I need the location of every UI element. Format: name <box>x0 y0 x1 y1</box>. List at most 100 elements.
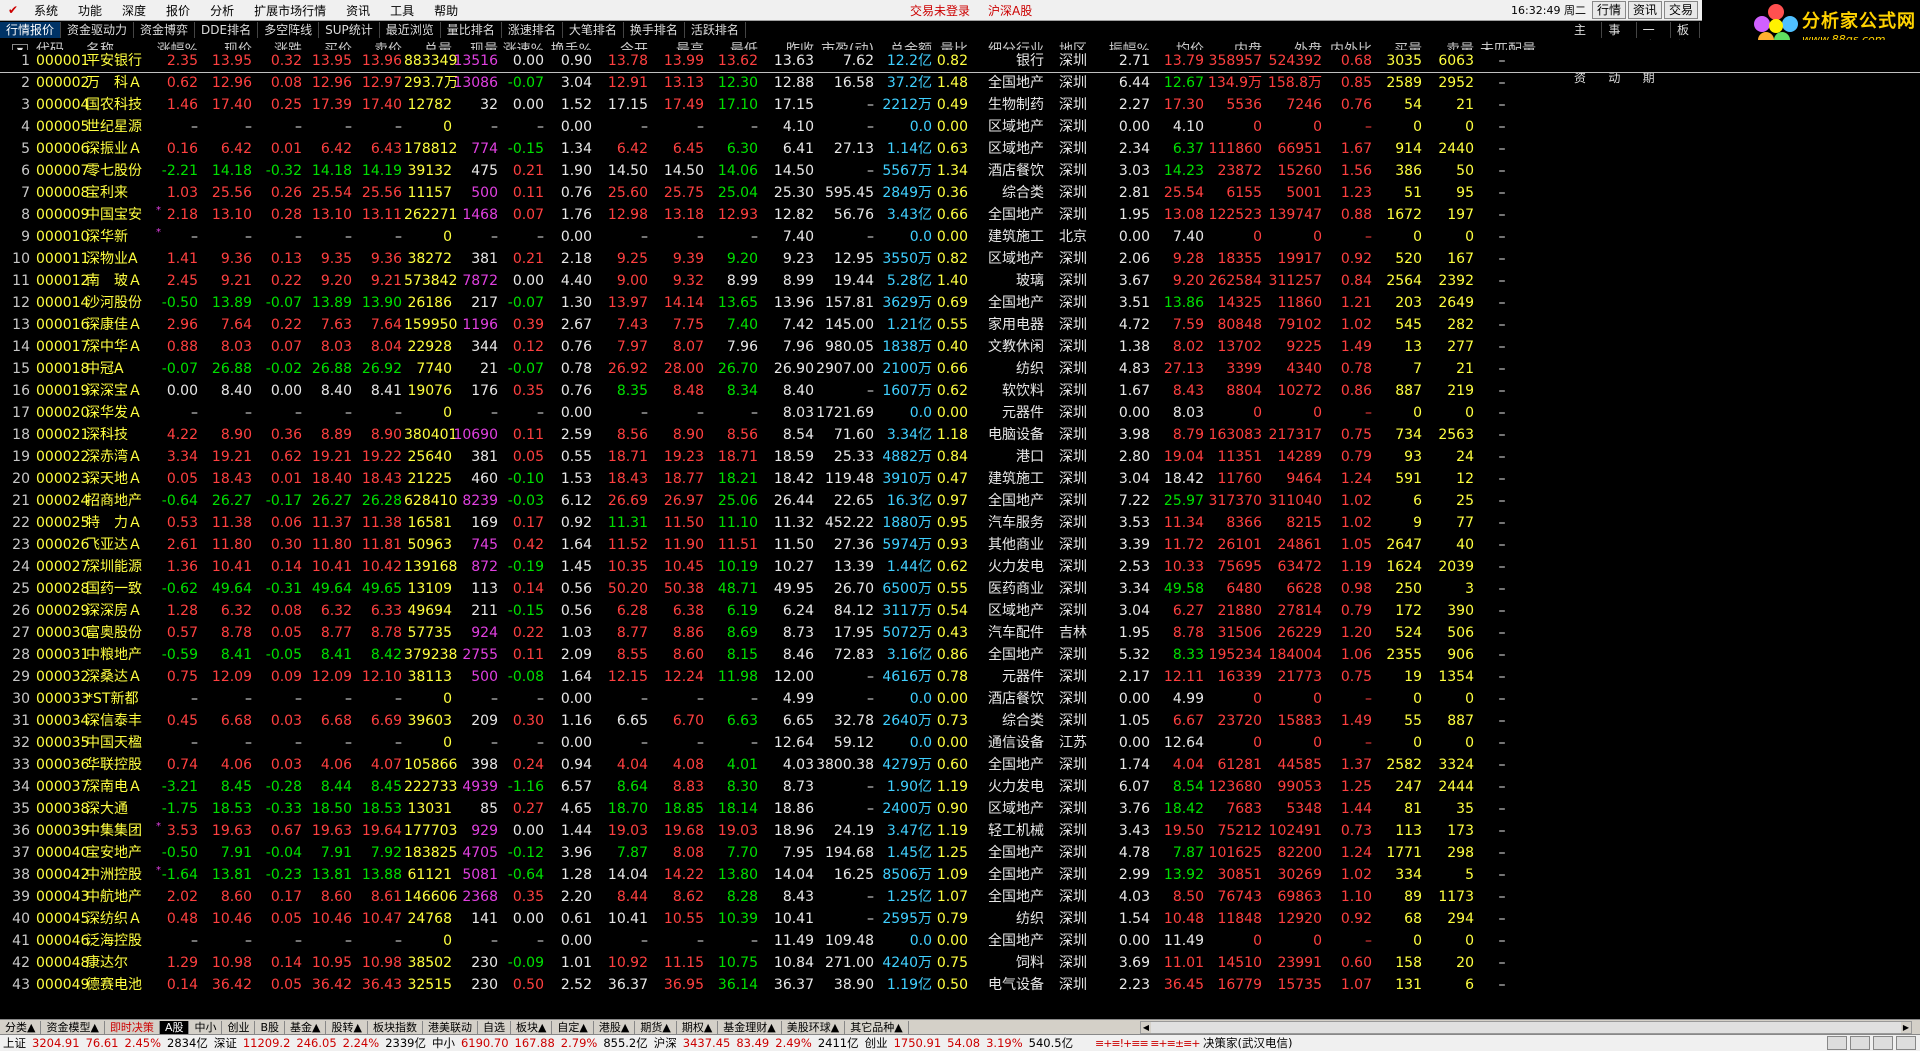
trade-login-status[interactable]: 交易未登录 <box>910 2 970 19</box>
table-row[interactable]: 2 000002 万 科Ａ 0.62 12.96 0.08 12.96 12.97 293.7万… <box>0 72 1920 94</box>
table-row[interactable]: 20 000023 深天地Ａ 0.05 18.43 0.01 18.40 18.43 21225… <box>0 468 1920 490</box>
table-row[interactable]: 42 000048 康达尔 1.29 10.98 0.14 10.95 10.98 38502 2… <box>0 952 1920 974</box>
btab-sector[interactable]: 板块▲ <box>511 1020 553 1034</box>
table-row[interactable]: 7 000008 宝利来 1.03 25.56 0.26 25.54 25.56 11157 50… <box>0 182 1920 204</box>
table-row[interactable]: 30 000033 *ST新都 – – – – –0– –0.00– – –4.99–0.0 0.00… <box>0 688 1920 710</box>
table-row[interactable]: 10 000011 深物业A 1.41 9.36 0.13 9.35 9.36 38272 381… <box>0 248 1920 270</box>
btab-hk-stock[interactable]: 港股▲ <box>594 1020 636 1034</box>
menu-help[interactable]: 帮助 <box>424 2 468 19</box>
hs-label[interactable]: 沪深 <box>651 1035 680 1051</box>
table-row[interactable]: 33 000036 华联控股 0.74 4.06 0.03 4.06 4.07 105866 39… <box>0 754 1920 776</box>
tab-sup-stats[interactable]: SUP统计 <box>319 22 380 38</box>
table-row[interactable]: 35 000038 深大通 -1.75 18.53 -0.33 18.50 18.53 1303… <box>0 798 1920 820</box>
table-row[interactable]: 31 000034 深信泰丰 0.45 6.68 0.03 6.68 6.69 39603 209… <box>0 710 1920 732</box>
table-row[interactable]: 14 000017 深中华Ａ 0.88 8.03 0.07 8.03 8.04 22928 344… <box>0 336 1920 358</box>
table-row[interactable]: 41 000046 泛海控股 – – – – –0– –0.00– – –11.49 109.48 0.… <box>0 930 1920 952</box>
table-row[interactable]: 3 000004 国农科技 1.46 17.40 0.25 17.39 17.40 12782 3… <box>0 94 1920 116</box>
btab-a-share[interactable]: A股 <box>159 1020 190 1034</box>
table-row[interactable]: 8 000009 中国宝安 2.18 13.10 0.28 13.10 13.11 262271… <box>0 204 1920 226</box>
sh-label[interactable]: 上证 <box>0 1035 29 1051</box>
btab-fund-model[interactable]: 资金模型▲ <box>41 1020 105 1034</box>
tab-sector[interactable]: 板块共 <box>1671 22 1700 69</box>
tab-event-drive[interactable]: 事件驱动 <box>1602 22 1637 85</box>
market-indicator[interactable]: 沪深A股 <box>988 2 1032 19</box>
table-row[interactable]: 6 000007 零七股份 -2.21 14.18 -0.32 14.18 14.19 3913… <box>0 160 1920 182</box>
table-row[interactable]: 12 000014 沙河股份 -0.50 13.89 -0.07 13.89 13.90 261… <box>0 292 1920 314</box>
table-row[interactable]: 43 000049 德赛电池 0.14 36.42 0.05 36.42 36.43 32515… <box>0 974 1920 996</box>
zx-label[interactable]: 中小 <box>429 1035 458 1051</box>
scroll-left-icon[interactable]: ◀ <box>1141 1022 1151 1033</box>
table-row[interactable]: 24 000027 深圳能源 1.36 10.41 0.14 10.41 10.42 13916… <box>0 556 1920 578</box>
table-row[interactable]: 19 000022 深赤湾Ａ 3.34 19.21 0.62 19.21 19.22 25640… <box>0 446 1920 468</box>
table-row[interactable]: 38 000042 中洲控股 -1.64 13.81 -0.23 13.81 13.88 611… <box>0 864 1920 886</box>
scroll-right-icon[interactable]: ▶ <box>1901 1022 1911 1033</box>
btab-wealth[interactable]: 基金理财▲ <box>718 1020 782 1034</box>
table-row[interactable]: 1 000001 平安银行 2.35 13.95 0.32 13.95 13.96 883349… <box>0 50 1920 73</box>
tab-speed-rank[interactable]: 涨速排名 <box>502 22 563 38</box>
btab-other[interactable]: 其它品种▲ <box>845 1020 909 1034</box>
quote-button[interactable]: 行情 <box>1591 1 1626 19</box>
table-row[interactable]: 17 000020 深华发Ａ – – – – –0– –0.00– – –8.03 1721.69 0.… <box>0 402 1920 424</box>
table-row[interactable]: 40 000045 深纺织Ａ 0.48 10.46 0.05 10.46 10.47 24768… <box>0 908 1920 930</box>
table-row[interactable]: 9 000010 深华新 – – – – –0– –0.00– – –7.40–0.0 0.00 建筑施… <box>0 226 1920 248</box>
tab-quote[interactable]: 行情报价 <box>0 22 62 38</box>
btab-watchlist[interactable]: 自选 <box>478 1020 511 1034</box>
menu-tools[interactable]: 工具 <box>380 2 424 19</box>
btab-custom[interactable]: 自定▲ <box>552 1020 594 1034</box>
table-row[interactable]: 21 000024 招商地产 -0.64 26.27 -0.17 26.27 26.28 628… <box>0 490 1920 512</box>
tab-turnover-rank[interactable]: 换手排名 <box>624 22 685 38</box>
btab-b-share[interactable]: B股 <box>255 1020 286 1034</box>
btab-instant[interactable]: 即时决策 <box>105 1020 160 1034</box>
table-row[interactable]: 22 000025 特 力Ａ 0.53 11.38 0.06 11.37 11.38 16581… <box>0 512 1920 534</box>
table-row[interactable]: 5 000006 深振业Ａ 0.16 6.42 0.01 6.42 6.43 178812 774… <box>0 138 1920 160</box>
table-row[interactable]: 37 000040 宝安地产 -0.50 7.91 -0.04 7.91 7.92 183825… <box>0 842 1920 864</box>
table-row[interactable]: 39 000043 中航地产 2.02 8.60 0.17 8.60 8.61 146606 23… <box>0 886 1920 908</box>
server-label[interactable]: 决策家(武汉电信) <box>1203 1035 1292 1051</box>
btab-sme[interactable]: 中小 <box>189 1020 223 1034</box>
horizontal-scrollbar[interactable]: ◀ ▶ <box>1140 1021 1912 1034</box>
tray-icon-4[interactable] <box>1896 1036 1916 1050</box>
news-button[interactable]: 资讯 <box>1627 1 1662 19</box>
table-row[interactable]: 34 000037 深南电Ａ -3.21 8.45 -0.28 8.44 8.45 222733… <box>0 776 1920 798</box>
tray-icon-3[interactable] <box>1873 1036 1893 1050</box>
table-row[interactable]: 26 000029 深深房Ａ 1.28 6.32 0.08 6.32 6.33 49694 211… <box>0 600 1920 622</box>
table-row[interactable]: 16 000019 深深宝Ａ 0.00 8.40 0.00 8.40 8.41 19076 176… <box>0 380 1920 402</box>
sz-label[interactable]: 深证 <box>211 1035 240 1051</box>
menu-system[interactable]: 系统 <box>24 2 68 19</box>
menu-extended-market[interactable]: 扩展市场行情 <box>244 2 336 19</box>
tab-consensus[interactable]: 一致预期 <box>1637 22 1671 85</box>
table-row[interactable]: 27 000030 富奥股份 0.57 8.78 0.05 8.77 8.78 57735 924… <box>0 622 1920 644</box>
tray-icon-2[interactable] <box>1850 1036 1870 1050</box>
cy-label[interactable]: 创业 <box>862 1035 891 1051</box>
btab-sector-index[interactable]: 板块指数 <box>368 1020 423 1034</box>
table-row[interactable]: 25 000028 国药一致 -0.62 49.64 -0.31 49.64 49.65 131… <box>0 578 1920 600</box>
btab-share-transfer[interactable]: 股转▲ <box>326 1020 368 1034</box>
menu-depth[interactable]: 深度 <box>112 2 156 19</box>
tab-big-order[interactable]: 大笔排名 <box>563 22 624 38</box>
tab-active-rank[interactable]: 活跃排名 <box>685 22 746 38</box>
btab-options[interactable]: 期权▲ <box>677 1020 719 1034</box>
menu-function[interactable]: 功能 <box>68 2 112 19</box>
menu-news[interactable]: 资讯 <box>336 2 380 19</box>
table-row[interactable]: 11 000012 南 玻Ａ 2.45 9.21 0.22 9.20 9.21 573842 78… <box>0 270 1920 292</box>
btab-category[interactable]: 分类▲ <box>0 1020 42 1034</box>
btab-futures[interactable]: 期货▲ <box>635 1020 677 1034</box>
tab-long-short[interactable]: 多空阵线 <box>258 22 320 38</box>
tab-volume-ratio[interactable]: 量比排名 <box>441 22 502 38</box>
btab-fund[interactable]: 基金▲ <box>285 1020 327 1034</box>
tab-recent[interactable]: 最近浏览 <box>380 22 441 38</box>
btab-hk-us[interactable]: 港美联动 <box>423 1020 478 1034</box>
table-row[interactable]: 36 000039 中集集团 3.53 19.63 0.67 19.63 19.64 17770… <box>0 820 1920 842</box>
table-row[interactable]: 15 000018 中冠A -0.07 26.88 -0.02 26.88 26.92 7740… <box>0 358 1920 380</box>
table-row[interactable]: 32 000035 中国天楹 – – – – –0– –0.00– – –12.64 59.12 0.0… <box>0 732 1920 754</box>
tab-fund-game[interactable]: 资金博弈 <box>134 22 196 38</box>
tab-theme-invest[interactable]: 主题投资 <box>1568 22 1603 85</box>
tab-dde-rank[interactable]: DDE排名 <box>195 22 259 38</box>
table-row[interactable]: 23 000026 飞亚达Ａ 2.61 11.80 0.30 11.80 11.81 50963… <box>0 534 1920 556</box>
table-row[interactable]: 18 000021 深科技 4.22 8.90 0.36 8.89 8.90 380401 106… <box>0 424 1920 446</box>
table-row[interactable]: 28 000031 中粮地产 -0.59 8.41 -0.05 8.41 8.42 379238… <box>0 644 1920 666</box>
menu-analysis[interactable]: 分析 <box>200 2 244 19</box>
table-row[interactable]: 13 000016 深康佳Ａ 2.96 7.64 0.22 7.63 7.64 159950 11… <box>0 314 1920 336</box>
btab-us-global[interactable]: 美股环球▲ <box>782 1020 846 1034</box>
tab-fund-drive[interactable]: 资金驱动力 <box>61 22 135 38</box>
